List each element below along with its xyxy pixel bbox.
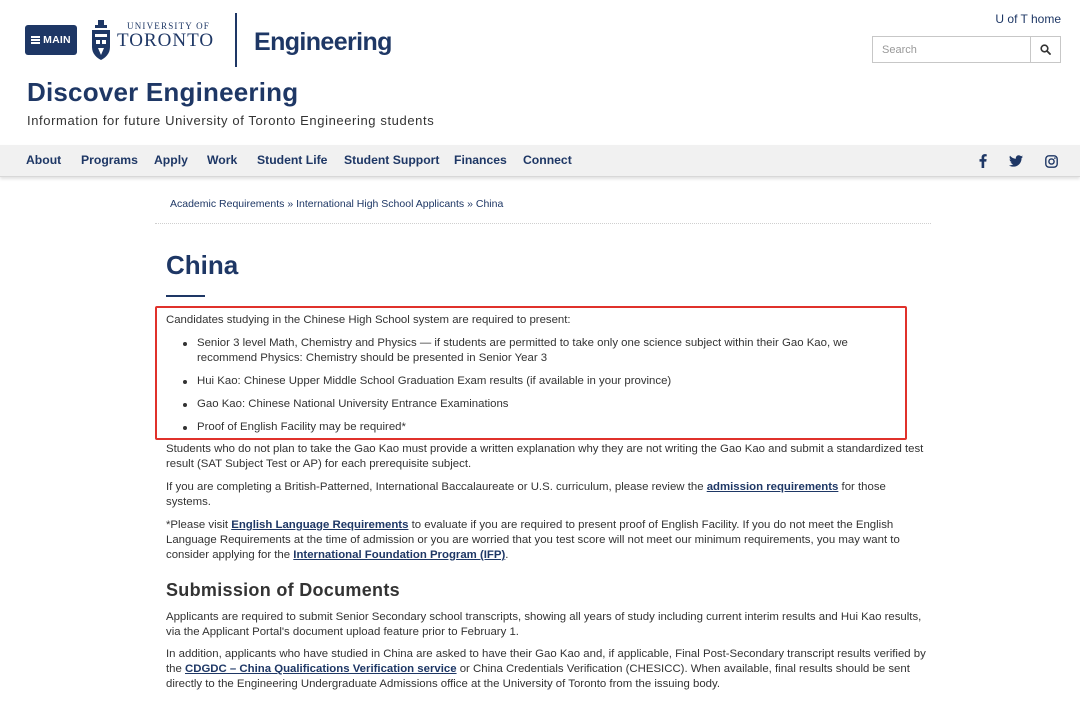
breadcrumb-link-academic-requirements[interactable]: Academic Requirements — [170, 198, 284, 210]
bullet-icon — [183, 426, 187, 430]
admission-requirements-link[interactable]: admission requirements — [707, 481, 839, 493]
uoft-wordmark[interactable]: UNIVERSITY OF TORONTO — [117, 21, 214, 51]
page-title: China — [166, 250, 239, 280]
search-button[interactable] — [1030, 36, 1061, 63]
curriculum-paragraph: If you are completing a British-Patterne… — [166, 480, 926, 510]
main-menu-label: MAIN — [43, 34, 71, 46]
bullet-icon — [183, 342, 187, 346]
breadcrumb-current: China — [475, 198, 504, 210]
list-item: Hui Kao: Chinese Upper Middle School Gra… — [183, 374, 883, 389]
site-subtitle: Information for future University of Tor… — [27, 113, 435, 128]
nav-item-finances[interactable]: Finances — [454, 153, 507, 167]
english-requirements-link[interactable]: English Language Requirements — [231, 519, 408, 531]
instagram-icon[interactable] — [1043, 153, 1059, 169]
breadcrumb-divider — [155, 223, 931, 224]
nav-item-work[interactable]: Work — [207, 153, 237, 167]
list-item: Senior 3 level Math, Chemistry and Physi… — [183, 336, 883, 366]
cdgdc-link[interactable]: CDGDC – China Qualifications Verificatio… — [185, 663, 457, 675]
main-menu-button[interactable]: MAIN — [25, 25, 77, 55]
curriculum-text-a: If you are completing a British-Patterne… — [166, 481, 707, 493]
section-heading: Submission of Documents — [166, 580, 400, 600]
list-item-text: Proof of English Facility may be require… — [197, 421, 406, 433]
requirements-intro: Candidates studying in the Chinese High … — [166, 314, 571, 326]
list-item: Proof of English Facility may be require… — [183, 420, 883, 435]
breadcrumb-link-international[interactable]: International High School Applicants — [296, 198, 464, 210]
list-item-text: Gao Kao: Chinese National University Ent… — [197, 398, 509, 410]
hamburger-icon — [31, 36, 41, 44]
uoft-home-link[interactable]: U of T home — [995, 12, 1061, 26]
breadcrumb-separator: » — [287, 198, 294, 210]
site-title[interactable]: Discover Engineering — [27, 77, 298, 108]
list-item: Gao Kao: Chinese National University Ent… — [183, 397, 883, 412]
uoft-big-text: TORONTO — [117, 30, 215, 51]
nav-item-programs[interactable]: Programs — [81, 153, 138, 167]
nav-item-apply[interactable]: Apply — [154, 153, 188, 167]
breadcrumb-separator: » — [467, 198, 473, 210]
english-text-a: *Please visit — [166, 519, 232, 531]
bullet-icon — [183, 380, 187, 384]
main-nav: About Programs Apply Work Student Life S… — [0, 145, 1080, 177]
nav-item-student-support[interactable]: Student Support — [344, 153, 439, 167]
nav-item-about[interactable]: About — [26, 153, 61, 167]
nav-item-student-life[interactable]: Student Life — [257, 153, 327, 167]
gaokao-paragraph: Students who do not plan to take the Gao… — [166, 443, 924, 470]
english-text-c: . — [505, 549, 509, 561]
breadcrumb: Academic Requirements » International Hi… — [170, 198, 503, 210]
faculty-logo-text[interactable]: Engineering — [254, 28, 392, 57]
verification-paragraph: In addition, applicants who have studied… — [166, 647, 926, 692]
ifp-link[interactable]: International Foundation Program (IFP) — [293, 549, 505, 561]
bullet-icon — [183, 403, 187, 407]
title-underline — [166, 295, 205, 297]
english-paragraph: *Please visit English Language Requireme… — [166, 518, 926, 563]
search-icon — [1040, 44, 1051, 55]
twitter-icon[interactable] — [1008, 153, 1024, 169]
logo-divider — [235, 13, 237, 67]
uoft-crest-logo — [92, 20, 110, 60]
list-item-text: Hui Kao: Chinese Upper Middle School Gra… — [197, 375, 672, 387]
search-input[interactable]: Search — [872, 36, 1030, 63]
nav-item-connect[interactable]: Connect — [523, 153, 572, 167]
facebook-icon[interactable] — [975, 153, 991, 169]
list-item-text: Senior 3 level Math, Chemistry and Physi… — [197, 337, 848, 364]
submission-paragraph: Applicants are required to submit Senior… — [166, 611, 922, 638]
search-box: Search — [872, 36, 1061, 63]
